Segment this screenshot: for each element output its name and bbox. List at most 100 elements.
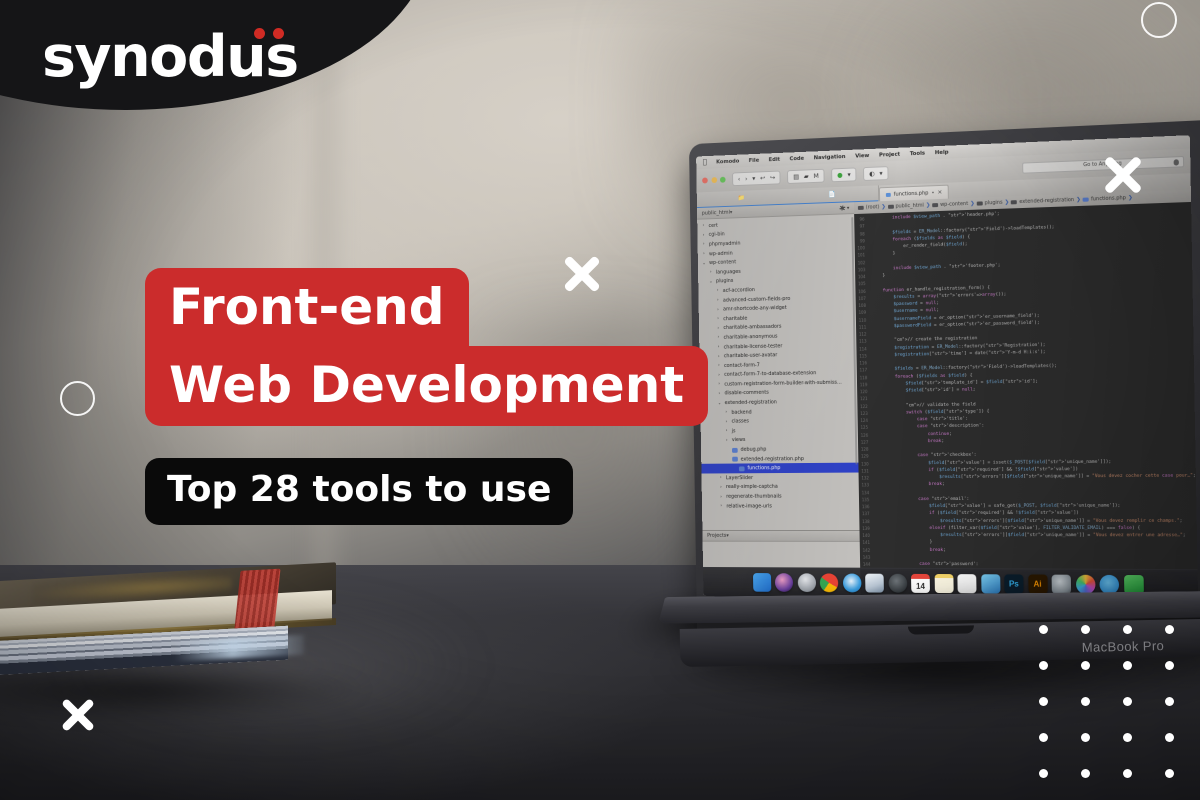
photos-icon[interactable] xyxy=(1075,574,1096,595)
save-all-icon[interactable]: M xyxy=(813,172,819,180)
safari-icon[interactable] xyxy=(842,573,862,593)
photoshop-icon[interactable]: Ps xyxy=(1004,574,1024,594)
folder-icon xyxy=(887,204,894,210)
compass-icon[interactable] xyxy=(887,573,907,593)
disclosure-triangle-icon[interactable]: › xyxy=(724,429,729,434)
menu-item-tools[interactable]: Tools xyxy=(910,150,925,157)
go-to-anything-input[interactable]: Go to Anything xyxy=(1022,155,1185,174)
gear-icon[interactable] xyxy=(839,205,846,211)
chevron-down-icon[interactable]: ▾ xyxy=(847,205,850,211)
breadcrumb-item[interactable]: functions.php xyxy=(1091,195,1126,202)
menu-item-project[interactable]: Project xyxy=(879,151,900,158)
chevron-down-icon[interactable]: ▾ xyxy=(752,174,755,182)
chevron-down-icon[interactable]: ▾ xyxy=(726,533,728,539)
tree-item[interactable]: › relative-image-urls xyxy=(702,501,859,511)
disclosure-triangle-icon[interactable]: ⌄ xyxy=(702,261,707,266)
disclosure-triangle-icon[interactable]: › xyxy=(717,391,722,396)
disclosure-triangle-icon[interactable]: › xyxy=(715,298,720,303)
illustrator-icon[interactable]: Ai xyxy=(1027,574,1048,594)
breadcrumb-item[interactable]: wp-content xyxy=(940,201,968,208)
disclosure-triangle-icon[interactable]: › xyxy=(701,242,706,247)
disclosure-triangle-icon[interactable]: › xyxy=(724,410,729,415)
line-number: 143 xyxy=(862,554,871,560)
disclosure-triangle-icon[interactable]: ⌄ xyxy=(717,401,722,406)
disclosure-triangle-icon[interactable]: ⌄ xyxy=(708,279,713,284)
menu-item-file[interactable]: File xyxy=(749,157,760,163)
minimize-window-button[interactable] xyxy=(710,177,717,184)
indesign-icon[interactable] xyxy=(1051,574,1072,594)
disclosure-triangle-icon[interactable]: › xyxy=(719,485,724,490)
php-file-icon xyxy=(731,447,738,453)
breadcrumb-item[interactable]: public_html xyxy=(895,203,923,210)
notes-icon[interactable] xyxy=(934,574,954,594)
disclosure-triangle-icon[interactable]: › xyxy=(716,345,721,350)
title-block: Front-end Web Development xyxy=(145,268,709,426)
mail-icon[interactable] xyxy=(980,574,1001,594)
synodus-logo[interactable]: synodus xyxy=(42,18,342,96)
chevron-down-icon[interactable]: ▾ xyxy=(730,209,732,215)
disclosure-triangle-icon[interactable]: › xyxy=(701,233,706,238)
run-icon[interactable]: ● xyxy=(837,171,843,179)
disclosure-triangle-icon[interactable]: › xyxy=(716,354,721,359)
disclosure-triangle-icon[interactable]: › xyxy=(717,373,722,378)
breadcrumb-item[interactable]: extended-registration xyxy=(1019,197,1074,205)
disclosure-triangle-icon[interactable]: › xyxy=(718,476,723,481)
projects-panel-header[interactable]: Projects ▾ xyxy=(702,529,860,542)
disclosure-triangle-icon[interactable]: › xyxy=(716,307,721,312)
chevron-down-icon[interactable]: ▾ xyxy=(879,169,882,177)
preview-icon[interactable] xyxy=(865,573,884,593)
reminders-icon[interactable] xyxy=(957,574,977,594)
code-line[interactable]: elseif (filter_var($field["str">'value']… xyxy=(876,525,1197,532)
grid-dot xyxy=(1081,769,1090,778)
breadcrumb-item[interactable]: (root) xyxy=(866,204,880,210)
disclosure-triangle-icon[interactable]: › xyxy=(716,326,721,331)
disclosure-triangle-icon[interactable]: › xyxy=(701,224,706,229)
siri-icon[interactable] xyxy=(774,573,794,592)
sidebar-options[interactable]: ▾ xyxy=(839,205,850,211)
source-code[interactable]: include $view_path . "str">'header.php';… xyxy=(867,202,1198,600)
chevron-down-icon[interactable]: ▾ xyxy=(847,170,850,178)
launchpad-icon[interactable] xyxy=(797,573,816,593)
redo-icon[interactable]: ↪ xyxy=(770,173,775,181)
disclosure-triangle-icon[interactable]: › xyxy=(708,270,713,275)
disclosure-triangle-icon[interactable]: › xyxy=(716,363,721,368)
menu-item-komodo[interactable]: Komodo xyxy=(716,158,739,165)
open-folder-icon[interactable]: ▰ xyxy=(804,172,809,180)
menu-item-navigation[interactable]: Navigation xyxy=(814,154,846,161)
undo-icon[interactable]: ↩ xyxy=(760,174,765,182)
menu-item-view[interactable]: View xyxy=(855,152,869,159)
disclosure-triangle-icon[interactable]: › xyxy=(717,382,722,387)
line-number: 126 xyxy=(860,432,869,438)
disclosure-triangle-icon[interactable]: › xyxy=(715,289,720,294)
menu-item-help[interactable]: Help xyxy=(935,149,949,156)
disclosure-triangle-icon[interactable]: › xyxy=(719,504,724,509)
menu-item-edit[interactable]: Edit xyxy=(769,156,780,162)
file-tree[interactable]: › cert › cgi-bin › phpmyadmin › wp-admin ⌄ wp-con… xyxy=(697,214,860,531)
back-icon[interactable]: ‹ xyxy=(738,175,741,183)
disclosure-triangle-icon[interactable]: › xyxy=(724,438,729,443)
disclosure-triangle-icon[interactable]: › xyxy=(719,494,724,499)
forward-icon[interactable]: › xyxy=(745,175,748,183)
maximize-window-button[interactable] xyxy=(719,176,726,183)
breadcrumb-item[interactable]: plugins xyxy=(985,200,1003,207)
tree-item[interactable]: › regenerate-thumbnails xyxy=(702,492,859,502)
chrome-icon[interactable] xyxy=(819,573,839,593)
disclosure-triangle-icon[interactable]: › xyxy=(716,317,721,322)
info-icon[interactable] xyxy=(1173,159,1179,166)
projects-options[interactable]: ▾ xyxy=(726,532,729,539)
sidebar-root-label[interactable]: public_html xyxy=(702,209,730,216)
calendar-icon[interactable]: 14 xyxy=(910,573,930,593)
close-tab-icon[interactable]: ✕ xyxy=(938,189,943,195)
close-window-button[interactable] xyxy=(702,177,708,184)
disclosure-triangle-icon[interactable]: › xyxy=(716,335,721,340)
finder-icon[interactable] xyxy=(752,573,771,592)
code-line[interactable]: $results["str">'errors'][$field["str">'u… xyxy=(876,517,1197,525)
new-file-icon[interactable]: ▤ xyxy=(793,172,799,180)
code-area[interactable]: 96 97 98 99 100 101 102 103 104 105 106 107 108 109 11… xyxy=(854,201,1199,601)
disclosure-triangle-icon[interactable]: › xyxy=(724,419,729,424)
tree-item-label: cgi-bin xyxy=(708,231,725,239)
menu-item-code[interactable]: Code xyxy=(790,155,805,162)
preview-icon[interactable]: ◐ xyxy=(869,169,875,177)
file-browser-sidebar: public_html ▾ ▾ › cert › cgi-bin › phpmyadmin… xyxy=(697,202,861,598)
disclosure-triangle-icon[interactable]: › xyxy=(701,252,706,257)
